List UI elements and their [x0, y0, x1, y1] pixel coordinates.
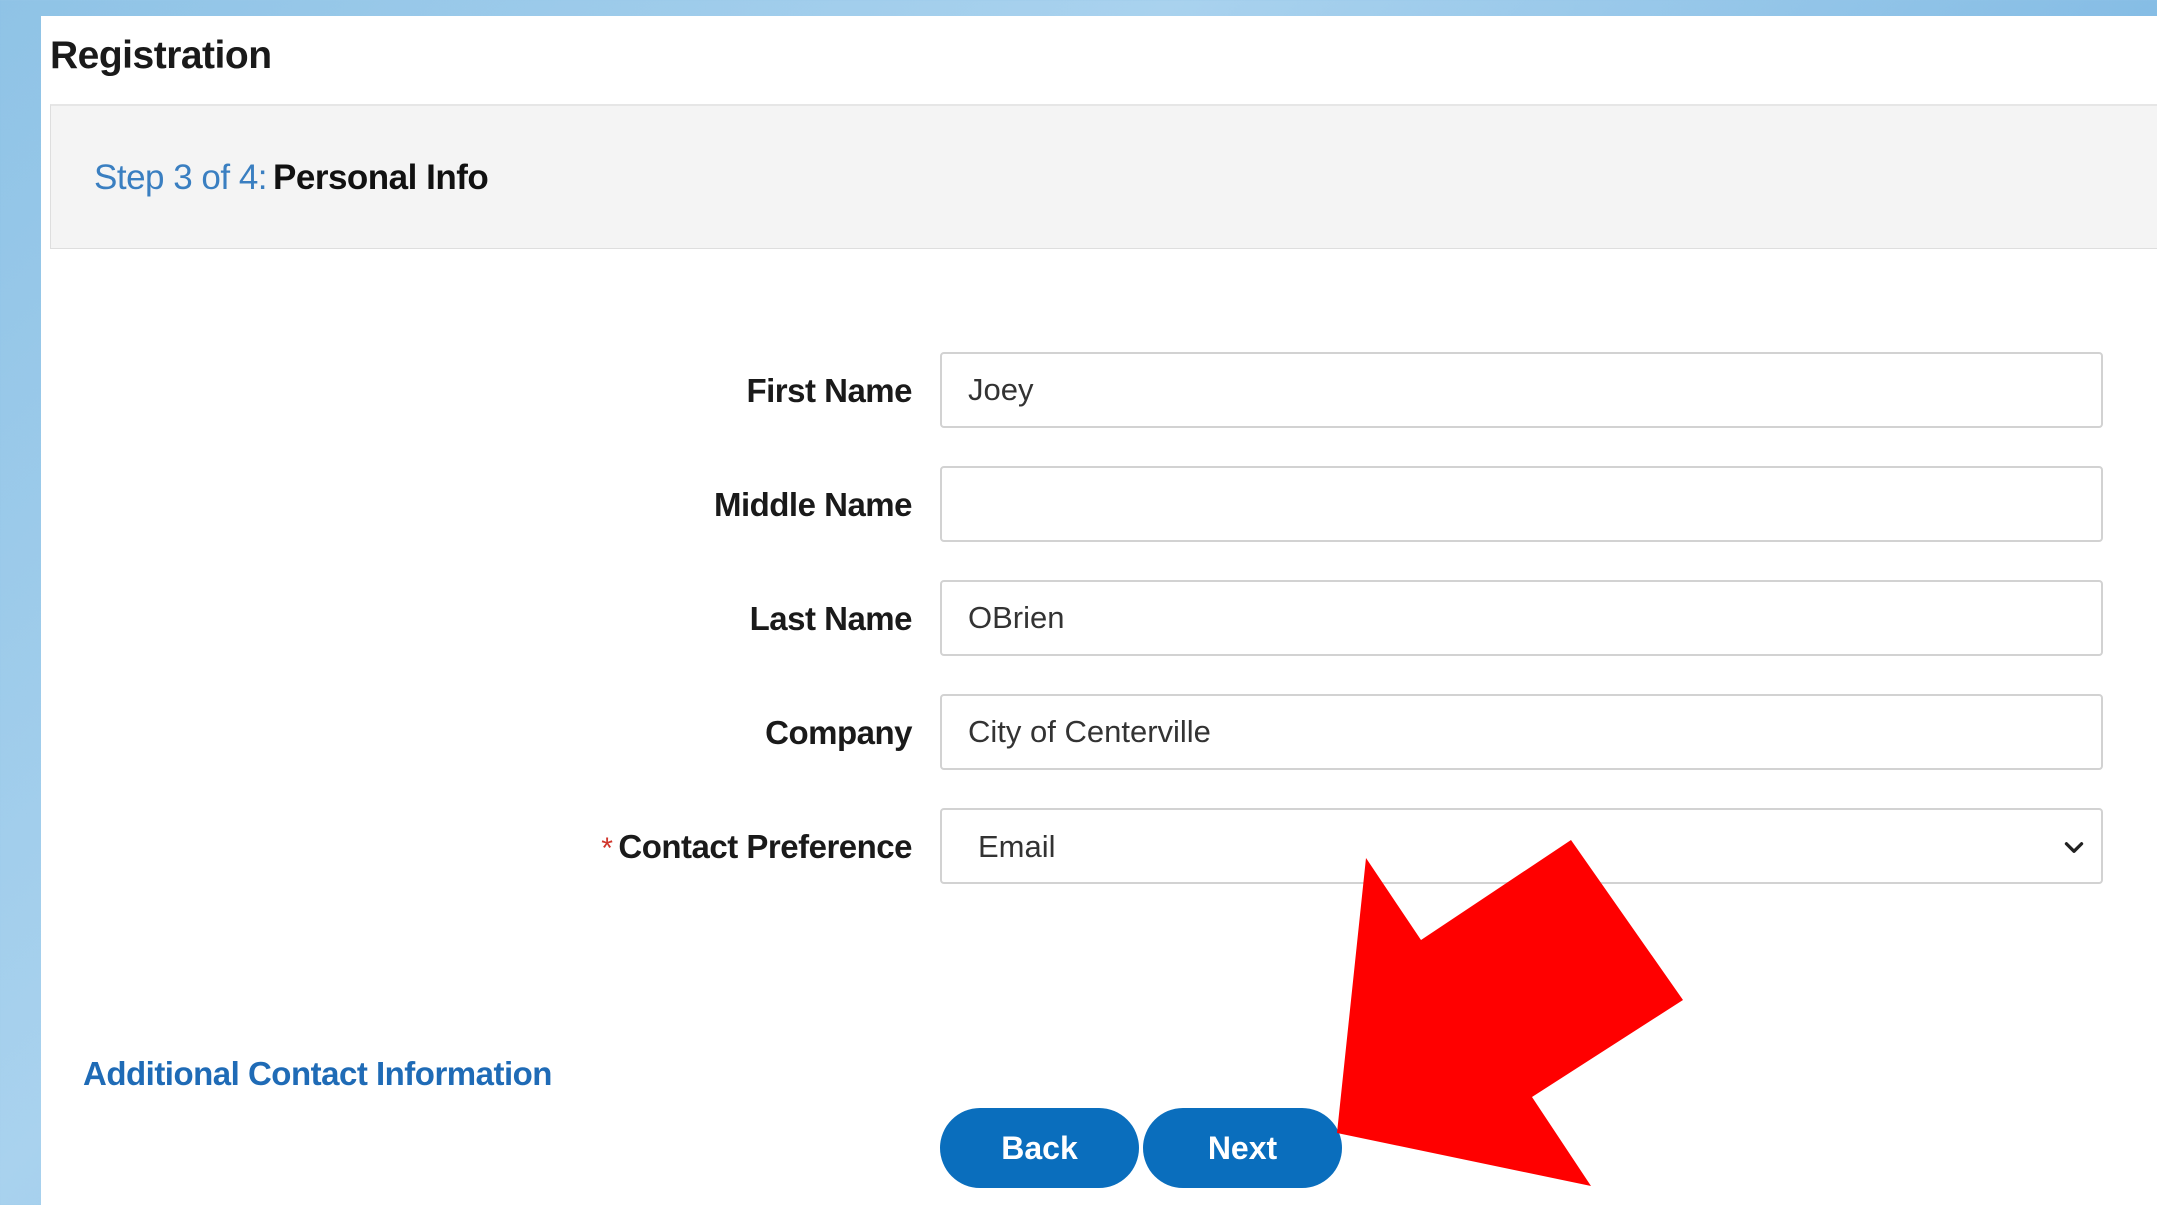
additional-contact-link[interactable]: Additional Contact Information [83, 1055, 552, 1093]
required-asterisk: * [601, 832, 613, 865]
chevron-down-icon [2064, 842, 2084, 853]
contact-preference-row: * Contact Preference Email [41, 808, 2157, 886]
last-name-row: Last Name [41, 580, 2157, 658]
next-button[interactable]: Next [1143, 1108, 1342, 1188]
last-name-input[interactable] [940, 580, 2103, 656]
company-input[interactable] [940, 694, 2103, 770]
company-label: Company [765, 714, 912, 751]
last-name-label: Last Name [749, 600, 913, 637]
middle-name-row: Middle Name [41, 466, 2157, 544]
contact-preference-label-text: Contact Preference [618, 828, 912, 865]
company-row: Company [41, 694, 2157, 772]
contact-preference-value: Email [978, 829, 1056, 864]
page-title: Registration [50, 34, 272, 77]
registration-page: Registration Step 3 of 4: Personal Info F… [41, 16, 2157, 1205]
middle-name-label: Middle Name [713, 486, 913, 523]
step-panel: Step 3 of 4: Personal Info [50, 104, 2157, 249]
step-number: Step 3 of 4: [94, 158, 268, 197]
contact-preference-label: * Contact Preference [601, 828, 912, 866]
middle-name-input[interactable] [940, 466, 2103, 542]
first-name-label: First Name [746, 372, 912, 409]
contact-preference-select[interactable]: Email [940, 808, 2103, 884]
first-name-input[interactable] [940, 352, 2103, 428]
first-name-row: First Name [41, 352, 2157, 430]
step-indicator: Step 3 of 4: Personal Info [94, 158, 489, 198]
step-name: Personal Info [273, 158, 489, 197]
back-button[interactable]: Back [940, 1108, 1139, 1188]
